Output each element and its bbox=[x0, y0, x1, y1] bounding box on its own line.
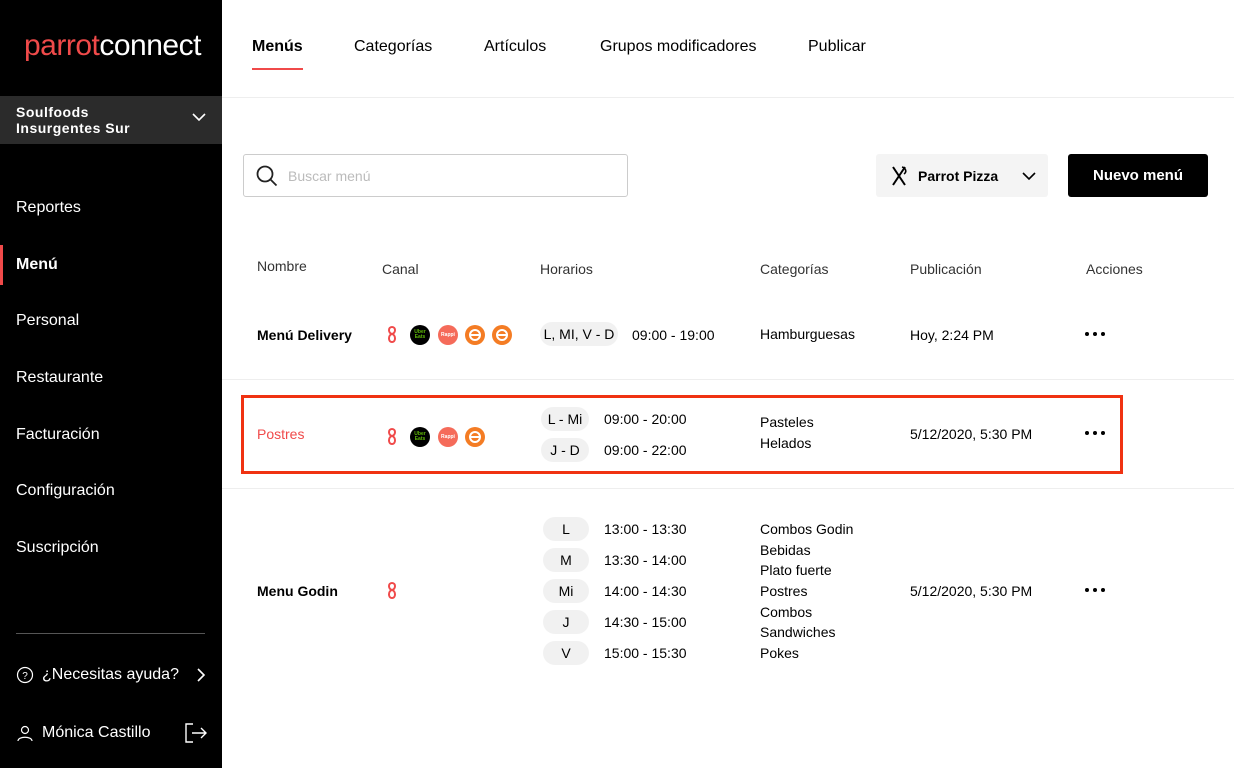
sidebar-item-restaurante[interactable]: Restaurante bbox=[0, 350, 222, 407]
search-icon bbox=[256, 165, 278, 186]
column-header-name: Nombre bbox=[257, 258, 307, 274]
schedule-hours: 14:30 - 15:00 bbox=[604, 614, 687, 630]
sidebar-item-suscripcion[interactable]: Suscripción bbox=[0, 520, 222, 577]
store-selector[interactable]: Soulfoods Insurgentes Sur bbox=[0, 96, 222, 144]
svg-text:?: ? bbox=[22, 671, 28, 682]
sidebar-item-label: Personal bbox=[16, 312, 80, 330]
sidebar-item-label: Suscripción bbox=[16, 538, 99, 556]
app-root: parrotconnect Soulfoods Insurgentes Sur … bbox=[0, 0, 1234, 768]
category-item: Postres bbox=[760, 583, 808, 599]
column-header-published: Publicación bbox=[910, 261, 982, 277]
rappi-label: Rappi bbox=[441, 332, 455, 338]
uber-eats-line2: Eats bbox=[414, 334, 426, 340]
chevron-down-icon bbox=[192, 113, 206, 122]
schedule-days: M bbox=[543, 548, 589, 572]
sidebar: parrotconnect Soulfoods Insurgentes Sur … bbox=[0, 0, 222, 768]
schedule-days: V bbox=[543, 641, 589, 665]
row-divider bbox=[222, 379, 1234, 380]
parrot-connect-logo: parrotconnect bbox=[24, 28, 201, 64]
user-name: Mónica Castillo bbox=[42, 724, 151, 741]
parrot-icon bbox=[388, 325, 396, 344]
category-item: Combos bbox=[760, 604, 813, 620]
category-item: Pokes bbox=[760, 645, 799, 661]
store-name: Soulfoods Insurgentes Sur bbox=[16, 104, 131, 136]
sidebar-item-reportes[interactable]: Reportes bbox=[0, 180, 222, 237]
rappi-icon: Rappi bbox=[438, 325, 458, 345]
brand-select[interactable]: Parrot Pizza bbox=[876, 154, 1048, 197]
schedule-hours: 15:00 - 15:30 bbox=[604, 645, 687, 661]
search-input[interactable] bbox=[288, 167, 588, 184]
help-icon: ? bbox=[16, 666, 34, 684]
category-item: Plato fuerte bbox=[760, 562, 832, 578]
parrot-icon bbox=[388, 581, 396, 600]
schedule-days: L bbox=[543, 517, 589, 541]
tab-articulos[interactable]: Artículos bbox=[484, 38, 546, 70]
brand-select-value: Parrot Pizza bbox=[918, 167, 999, 184]
logo-part-connect: connect bbox=[99, 29, 201, 62]
schedule-days: L, MI, V - D bbox=[540, 322, 618, 346]
row-divider bbox=[222, 488, 1234, 489]
schedule-days: J bbox=[543, 610, 589, 634]
sidebar-item-label: Restaurante bbox=[16, 369, 104, 387]
published-date: 5/12/2020, 5:30 PM bbox=[910, 583, 1033, 599]
sidebar-nav: Reportes Menú Personal Restaurante Factu… bbox=[0, 180, 222, 576]
published-date: Hoy, 2:24 PM bbox=[910, 327, 994, 343]
user-profile: Mónica Castillo bbox=[16, 718, 208, 748]
new-menu-button[interactable]: Nuevo menú bbox=[1068, 154, 1208, 197]
tab-grupos-modificadores[interactable]: Grupos modificadores bbox=[600, 38, 757, 70]
sidebar-item-personal[interactable]: Personal bbox=[0, 293, 222, 350]
tab-publicar[interactable]: Publicar bbox=[808, 38, 866, 70]
sidebar-item-configuracion[interactable]: Configuración bbox=[0, 463, 222, 520]
uber-eats-icon: Uber Eats bbox=[410, 325, 430, 345]
column-header-categories: Categorías bbox=[760, 261, 829, 277]
column-header-actions: Acciones bbox=[1086, 261, 1143, 277]
search-box bbox=[243, 154, 628, 197]
highlight-box bbox=[241, 395, 1123, 474]
didi-food-icon bbox=[492, 325, 512, 345]
category-item: Hamburguesas bbox=[760, 326, 855, 342]
tab-categorias[interactable]: Categorías bbox=[354, 38, 432, 70]
sidebar-item-label: Configuración bbox=[16, 482, 115, 500]
help-link[interactable]: ? ¿Necesitas ayuda? bbox=[16, 660, 206, 690]
top-tabs: Menús Categorías Artículos Grupos modifi… bbox=[222, 0, 1234, 98]
sidebar-item-facturacion[interactable]: Facturación bbox=[0, 406, 222, 463]
more-actions-icon[interactable] bbox=[1085, 328, 1105, 340]
category-item: Sandwiches bbox=[760, 624, 836, 640]
category-item: Bebidas bbox=[760, 542, 811, 558]
user-icon bbox=[17, 725, 33, 742]
chevron-down-icon bbox=[1022, 171, 1036, 180]
logout-icon[interactable] bbox=[184, 722, 208, 744]
schedule-hours: 13:30 - 14:00 bbox=[604, 552, 687, 568]
didi-food-icon bbox=[465, 325, 485, 345]
schedule-hours: 13:00 - 13:30 bbox=[604, 521, 687, 537]
schedule-hours: 09:00 - 19:00 bbox=[632, 327, 715, 343]
logo-part-parrot: parrot bbox=[24, 29, 100, 62]
more-actions-icon[interactable] bbox=[1085, 584, 1105, 596]
sidebar-item-label: Reportes bbox=[16, 199, 81, 217]
menu-name[interactable]: Menu Godin bbox=[257, 583, 338, 599]
sidebar-item-label: Facturación bbox=[16, 425, 100, 443]
schedule-hours: 14:00 - 14:30 bbox=[604, 583, 687, 599]
cutlery-icon bbox=[892, 165, 907, 186]
column-header-schedule: Horarios bbox=[540, 261, 593, 277]
sidebar-item-menu[interactable]: Menú bbox=[0, 237, 222, 294]
chevron-right-icon bbox=[197, 668, 206, 682]
sidebar-item-label: Menú bbox=[16, 255, 58, 273]
schedule-days: Mi bbox=[543, 579, 589, 603]
sidebar-divider bbox=[16, 633, 205, 634]
category-item: Combos Godin bbox=[760, 521, 854, 537]
menu-name[interactable]: Menú Delivery bbox=[257, 327, 352, 343]
column-header-channel: Canal bbox=[382, 261, 419, 277]
help-label: ¿Necesitas ayuda? bbox=[42, 666, 179, 683]
tab-menus[interactable]: Menús bbox=[252, 38, 303, 70]
